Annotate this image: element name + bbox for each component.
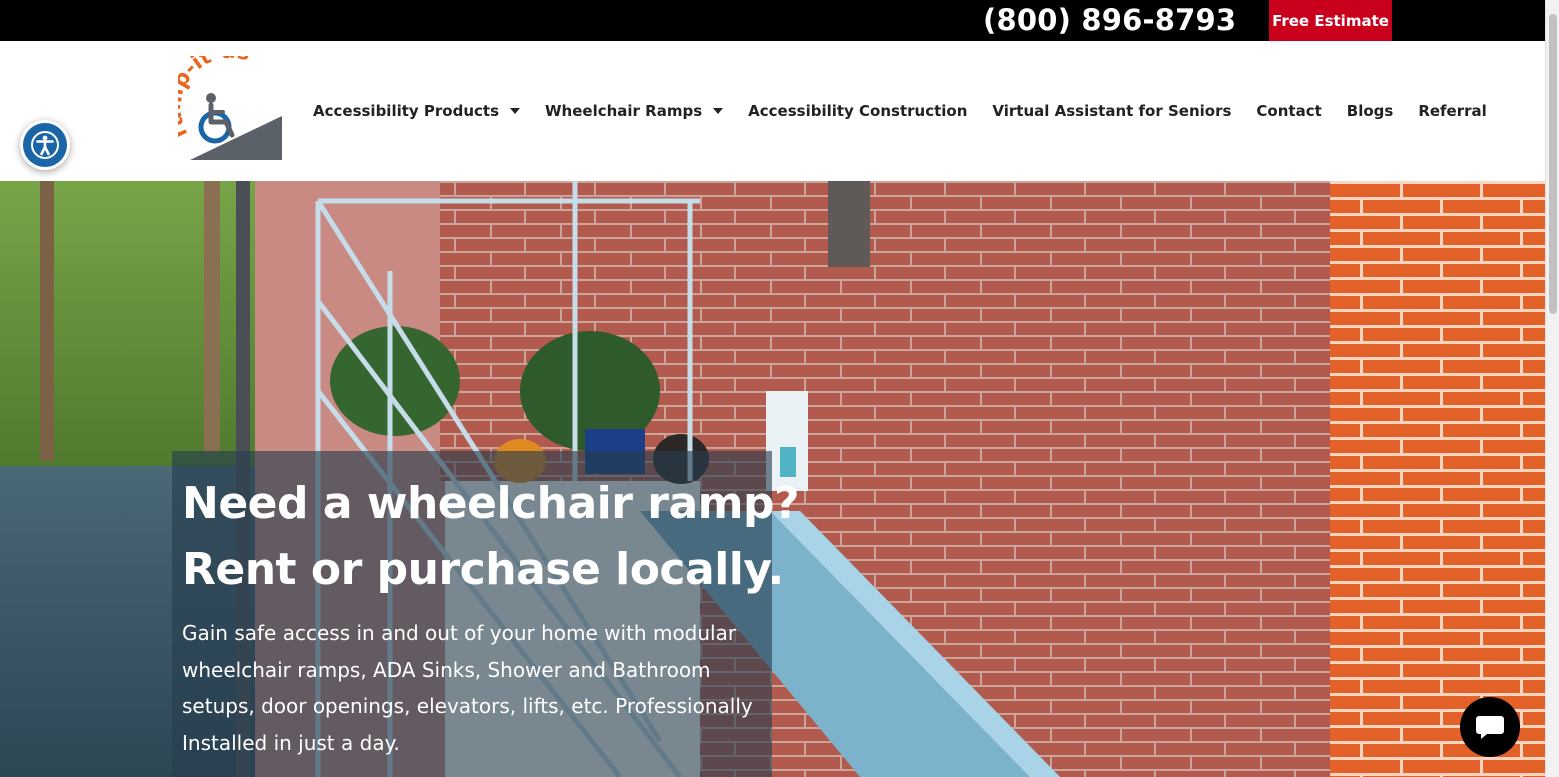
hero-title-line-1: Need a wheelchair ramp?	[182, 478, 800, 529]
hero-title-line-2: Rent or purchase locally.	[182, 544, 784, 595]
free-estimate-button[interactable]: Free Estimate	[1269, 0, 1392, 41]
phone-number[interactable]: (800) 896-8793	[983, 2, 1236, 38]
nav-item-virtual-assistant[interactable]: Virtual Assistant for Seniors	[992, 100, 1231, 122]
nav-item-contact[interactable]: Contact	[1256, 100, 1321, 122]
nav-item-label: Accessibility Products	[313, 102, 499, 120]
site-header: ramp-it-us Accessibility Products Wheelc…	[0, 38, 1545, 181]
hero-description: Gain safe access in and out of your home…	[182, 615, 772, 761]
hero-description-line: Installed in just a day.	[182, 730, 400, 755]
nav-item-accessibility-products[interactable]: Accessibility Products	[313, 100, 520, 122]
hero-description-line: Gain safe access in and out of your home…	[182, 621, 737, 645]
hero-description-line: wheelchair ramps, ADA Sinks, Shower and …	[182, 657, 711, 682]
site-logo[interactable]: ramp-it-us	[161, 38, 284, 162]
nav-item-label: Referral	[1418, 102, 1487, 120]
nav-item-wheelchair-ramps[interactable]: Wheelchair Ramps	[545, 100, 724, 122]
hero-title: Need a wheelchair ramp? Rent or purchase…	[182, 471, 800, 603]
top-bar: (800) 896-8793 Free Estimate	[0, 0, 1545, 41]
chevron-down-icon	[713, 108, 724, 114]
nav-item-blogs[interactable]: Blogs	[1347, 100, 1394, 122]
nav-item-label: Blogs	[1346, 102, 1394, 120]
nav-item-label: Virtual Assistant for Seniors	[992, 102, 1232, 120]
accessibility-person-icon	[31, 131, 59, 159]
nav-item-label: Wheelchair Ramps	[545, 102, 703, 120]
chat-button[interactable]	[1460, 697, 1520, 757]
hero-banner: Need a wheelchair ramp? Rent or purchase…	[0, 181, 1545, 777]
nav-item-label: Accessibility Construction	[748, 102, 968, 120]
ramp-logo-icon: ramp-it-us	[161, 38, 282, 160]
accessibility-icon	[23, 123, 67, 167]
nav-item-accessibility-construction[interactable]: Accessibility Construction	[748, 100, 967, 122]
accessibility-button[interactable]	[20, 120, 70, 170]
main-nav: Accessibility Products Wheelchair Ramps …	[313, 100, 1487, 122]
hero-description-line: setups, door openings, elevators, lifts,…	[182, 694, 753, 718]
chevron-down-icon	[510, 108, 520, 114]
scrollbar-thumb[interactable]	[1549, 14, 1557, 314]
nav-item-referral[interactable]: Referral	[1418, 100, 1486, 122]
chat-bubble-icon	[1476, 716, 1504, 739]
nav-item-label: Contact	[1256, 102, 1322, 120]
page-scrollbar[interactable]	[1545, 0, 1559, 777]
